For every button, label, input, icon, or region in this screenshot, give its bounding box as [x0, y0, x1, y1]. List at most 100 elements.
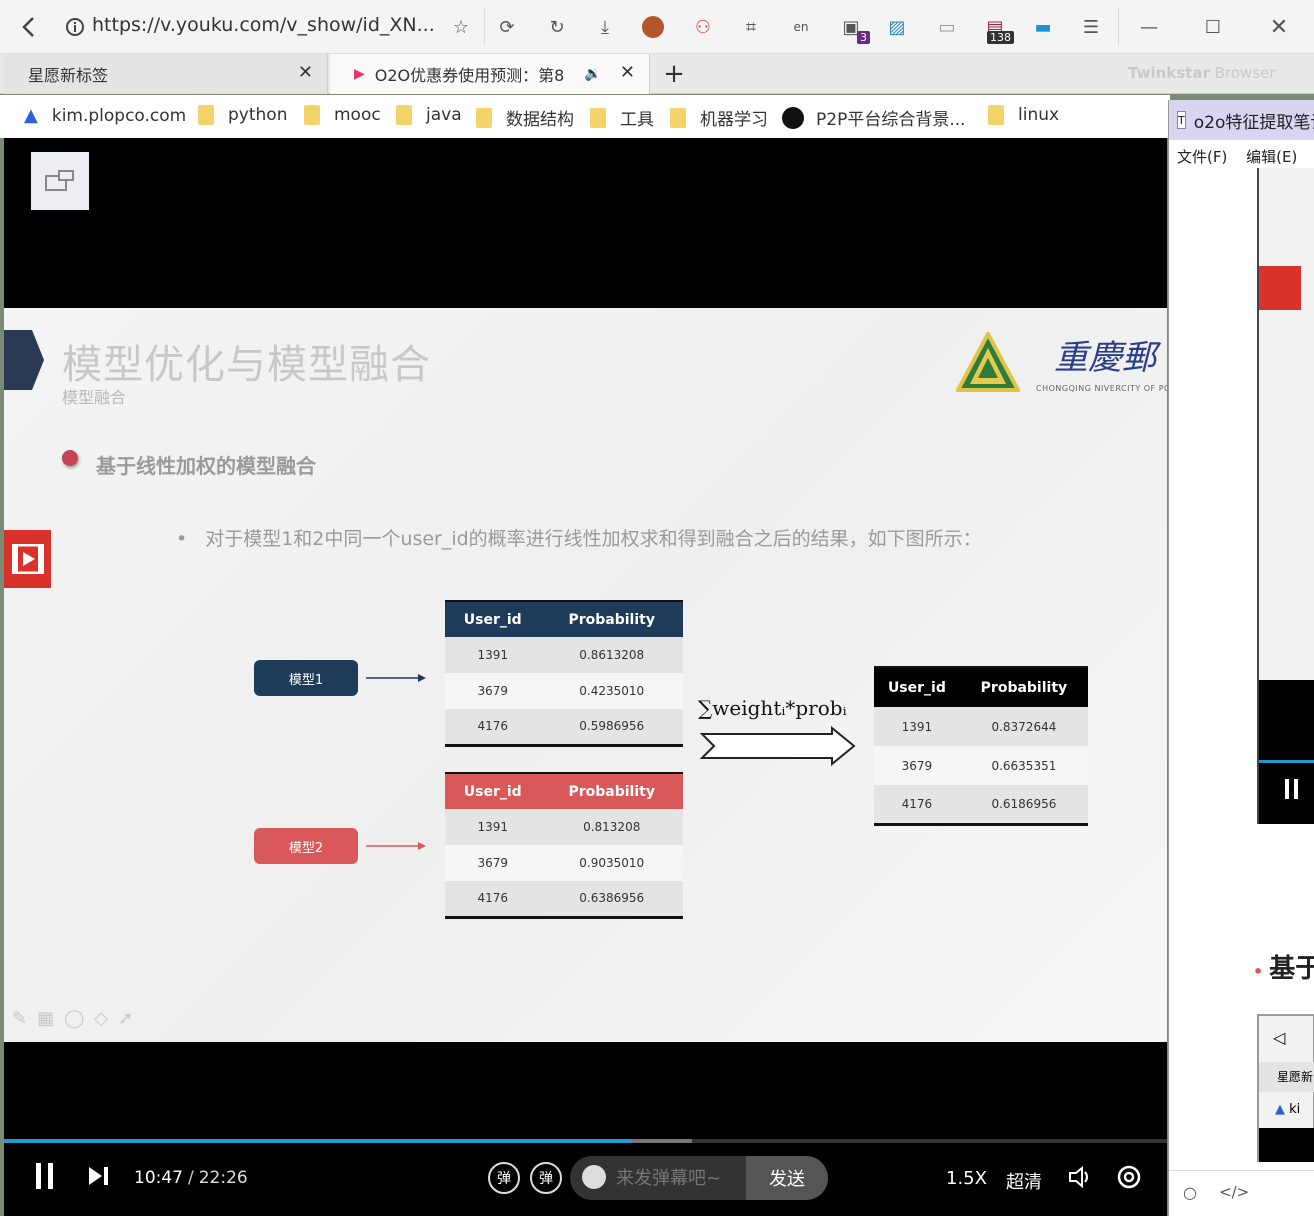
pause-button[interactable]	[34, 1162, 56, 1190]
back-icon[interactable]	[14, 10, 44, 44]
film-icon	[1259, 266, 1301, 310]
folder-icon	[988, 105, 1004, 125]
big-arrow-icon	[700, 726, 856, 766]
bookmark-item[interactable]: python	[198, 105, 287, 125]
tab-strip: 星愿新标签 ✕ ▶ O2O优惠券使用预测：第8 🔉 ✕ + Twinkstar …	[0, 54, 1314, 94]
current-time: 10:47	[134, 1168, 183, 1188]
tab-new-tab[interactable]: 星愿新标签 ✕	[4, 54, 328, 94]
screen-icon[interactable]: ▭	[934, 14, 960, 40]
audio-icon[interactable]: 🔉	[584, 66, 601, 82]
tab-close-icon[interactable]: ✕	[298, 62, 313, 83]
bookmark-item[interactable]: linux	[988, 105, 1059, 125]
pointer-icon[interactable]: ➚	[118, 1008, 133, 1029]
folder-icon	[476, 107, 492, 128]
danmu-toggle-button[interactable]: 弹	[488, 1162, 520, 1194]
bookmark-item[interactable]: ▲ kim.plopco.com	[24, 105, 186, 126]
bookmark-item[interactable]: P2P平台综合背景...	[782, 105, 966, 130]
settings-icon[interactable]	[1116, 1164, 1142, 1190]
played-bar	[4, 1139, 633, 1143]
minimize-icon[interactable]: —	[1136, 14, 1162, 40]
weighted-sum-formula: ∑weightᵢ*probᵢ	[698, 696, 847, 720]
video-player[interactable]: 模型优化与模型融合 模型融合 重慶郵 CHONGQING NIVERCITY O…	[4, 138, 1167, 1216]
code-icon[interactable]: </>	[1219, 1183, 1249, 1201]
slide-content: 模型优化与模型融合 模型融合 重慶郵 CHONGQING NIVERCITY O…	[4, 308, 1167, 1042]
folder-icon	[396, 105, 412, 125]
download-icon[interactable]: ⤓	[592, 14, 618, 40]
time-display: 10:47 / 22:26	[134, 1168, 248, 1188]
model2-table: User_id Probability 1391 0.813208 3679 0.90…	[445, 772, 683, 919]
notes-statusbar: ○ </>	[1169, 1170, 1314, 1216]
folder-icon	[198, 105, 214, 125]
pip-button[interactable]	[31, 152, 89, 210]
bookmarks-bar: ▲ kim.plopco.com python mooc java 数据结构 工具…	[0, 95, 1170, 138]
slide-subtitle: 模型融合	[62, 388, 127, 407]
crop-icon[interactable]: ⌗	[738, 14, 764, 40]
bullet-dot	[62, 450, 78, 466]
result-table: User_id Probability 1391 0.8372644 3679 0.6…	[874, 666, 1088, 826]
maximize-icon[interactable]: ☐	[1200, 14, 1226, 40]
folder-icon	[590, 107, 606, 128]
tab-youku[interactable]: ▶ O2O优惠券使用预测：第8 🔉 ✕	[330, 54, 650, 94]
avatar-icon[interactable]	[640, 14, 666, 40]
notes-menu: 文件(F) 编辑(E)	[1177, 146, 1297, 167]
close-icon[interactable]: ✕	[1266, 14, 1292, 40]
section-heading: 基于线性加权的模型融合	[96, 454, 316, 478]
tab-close-icon[interactable]: ✕	[620, 62, 635, 83]
model1-table: User_id Probability 1391 0.8613208 3679 0.4…	[445, 600, 683, 747]
sitemap-icon[interactable]: ⚇	[690, 14, 716, 40]
eraser-icon[interactable]: ◇	[94, 1008, 108, 1029]
embedded-player	[1259, 680, 1314, 824]
board-icon[interactable]: ▦	[37, 1008, 54, 1029]
embedded-screenshot	[1257, 168, 1314, 824]
pen-icon[interactable]: ✎	[12, 1008, 27, 1029]
menu-icon[interactable]: ☰	[1078, 14, 1104, 40]
quality-button[interactable]: 超清	[1006, 1168, 1042, 1194]
folder-icon	[670, 107, 686, 128]
menu-edit[interactable]: 编辑(E)	[1246, 148, 1297, 166]
lasso-icon[interactable]: ◯	[64, 1008, 84, 1029]
redo-icon[interactable]: ↻	[544, 14, 570, 40]
browser-window: https://v.youku.com/v_show/id_XN... ☆ ⟳ …	[0, 0, 1314, 1216]
youku-logo-icon: ▶	[354, 66, 365, 82]
bookmark-item[interactable]: java	[396, 105, 462, 125]
image-icon[interactable]: ▨	[884, 14, 910, 40]
circle-icon[interactable]: ○	[1183, 1183, 1197, 1202]
new-tab-button[interactable]: +	[654, 54, 694, 94]
model1-box: 模型1	[254, 660, 358, 696]
arrow-icon	[366, 674, 426, 682]
speed-button[interactable]: 1.5X	[946, 1168, 987, 1189]
notes-title: o2o特征提取笔记	[1193, 112, 1314, 133]
send-button[interactable]: 发送	[746, 1156, 828, 1200]
notes-heading: • 基于	[1253, 954, 1314, 984]
bookmark-item[interactable]: mooc	[304, 105, 381, 125]
eye-icon	[782, 106, 804, 129]
film-icon[interactable]	[4, 530, 51, 588]
info-icon[interactable]	[62, 10, 88, 44]
total-time: 22:26	[198, 1168, 248, 1188]
bookmark-item[interactable]: 工具	[590, 105, 654, 130]
danmu-avatar-icon	[582, 1165, 606, 1189]
notes-window-titlebar: T o2o特征提取笔记	[1169, 100, 1314, 140]
tab-label: O2O优惠券使用预测：第8	[374, 66, 565, 85]
bookmark-item[interactable]: 数据结构	[476, 105, 574, 130]
url-text[interactable]: https://v.youku.com/v_show/id_XN...	[92, 14, 435, 36]
volume-icon[interactable]	[1068, 1166, 1092, 1188]
refresh-icon[interactable]: ⟳	[494, 14, 520, 40]
translate-icon[interactable]: en	[788, 14, 814, 40]
tab-label: 星愿新标签	[28, 66, 109, 85]
back-icon: ◁	[1273, 1028, 1286, 1047]
star-icon[interactable]: ☆	[448, 14, 474, 40]
next-button[interactable]	[88, 1166, 110, 1186]
arrow-icon	[366, 842, 426, 850]
menu-file[interactable]: 文件(F)	[1177, 148, 1227, 166]
cloud-icon[interactable]: ▬	[1030, 14, 1056, 40]
extension-icon[interactable]: ▣ 3	[838, 14, 870, 44]
university-name-en: CHONGQING NIVERCITY OF POS	[1036, 384, 1167, 393]
browser-brand: Twinkstar Browser	[1128, 64, 1276, 82]
model2-box: 模型2	[254, 828, 358, 864]
progress-bar[interactable]	[4, 1139, 1167, 1143]
bookmark-item[interactable]: 机器学习	[670, 105, 768, 130]
danmu-settings-button[interactable]: 弹	[530, 1162, 562, 1194]
danmu-input[interactable]	[616, 1164, 736, 1192]
mail-icon[interactable]: ▤ 138	[982, 14, 1014, 44]
